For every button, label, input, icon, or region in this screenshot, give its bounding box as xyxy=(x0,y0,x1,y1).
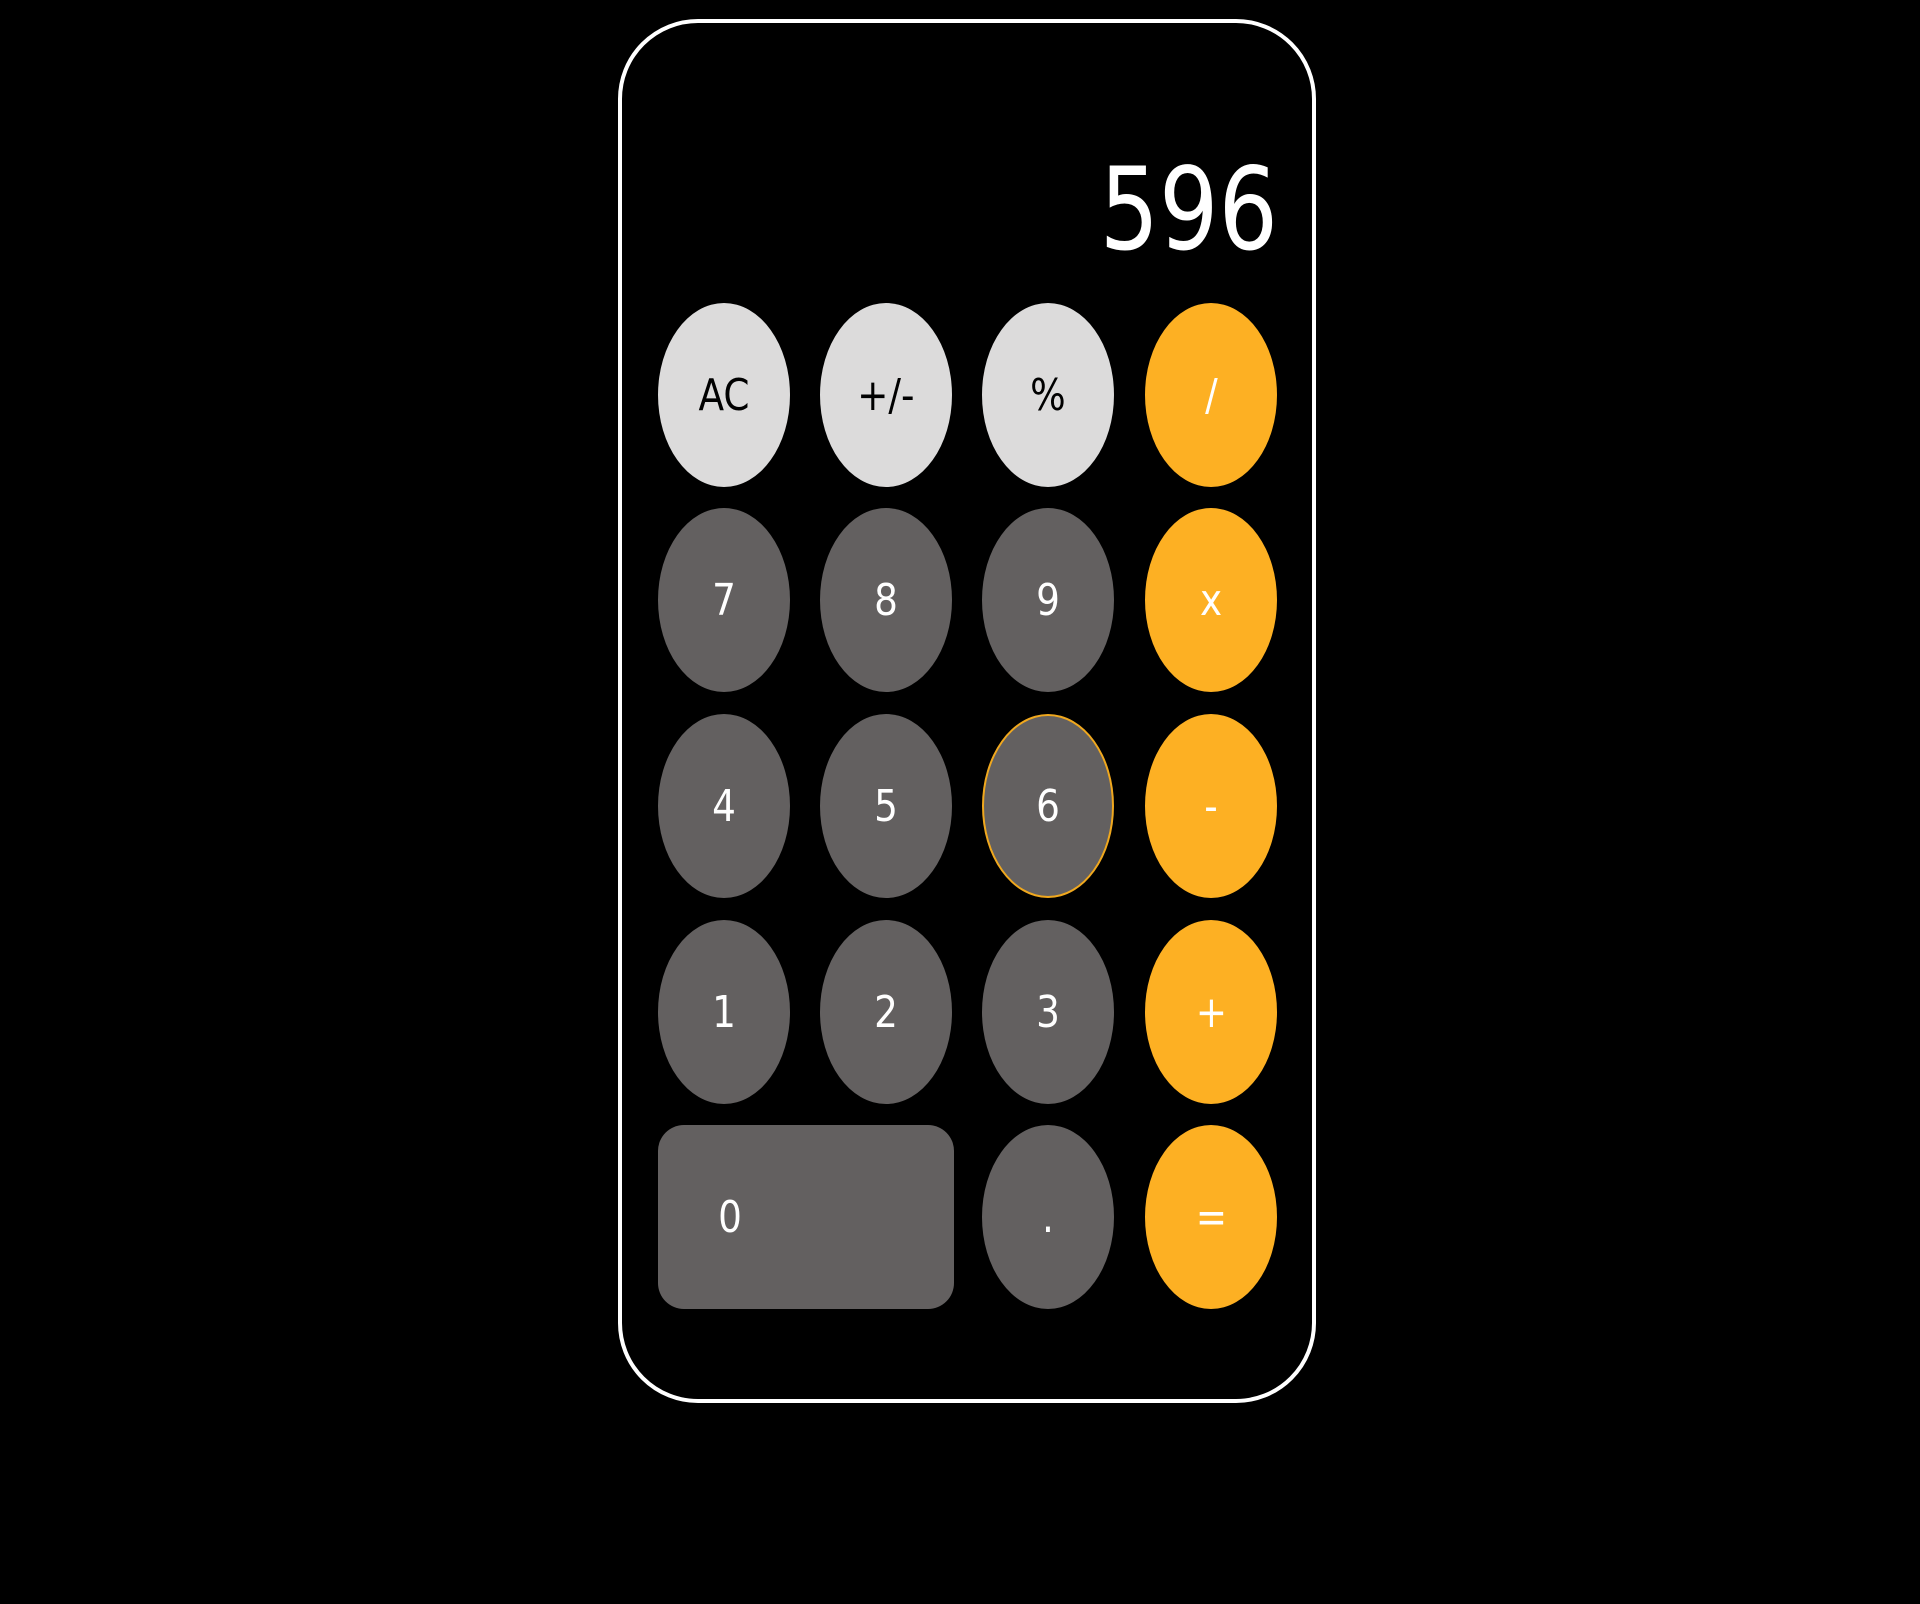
digit-0-label: 0 xyxy=(718,1191,742,1243)
digit-7-button[interactable]: 7 xyxy=(658,508,790,692)
digit-5-button[interactable]: 5 xyxy=(820,714,952,898)
multiply-button[interactable]: x xyxy=(1145,508,1277,692)
ac-button[interactable]: AC xyxy=(658,303,790,487)
digit-2-label: 2 xyxy=(874,986,898,1038)
digit-4-button[interactable]: 4 xyxy=(658,714,790,898)
add-button[interactable]: + xyxy=(1145,920,1277,1104)
digit-3-label: 3 xyxy=(1036,986,1060,1038)
digit-9-label: 9 xyxy=(1036,574,1060,626)
digit-6-button[interactable]: 6 xyxy=(982,714,1114,898)
equals-button-label: = xyxy=(1195,1191,1227,1243)
divide-button[interactable]: / xyxy=(1145,303,1277,487)
digit-8-button[interactable]: 8 xyxy=(820,508,952,692)
digit-6-label: 6 xyxy=(1036,780,1060,832)
plus-minus-button[interactable]: +/- xyxy=(820,303,952,487)
calculator-display: 596 xyxy=(1099,143,1278,276)
decimal-button[interactable]: . xyxy=(982,1125,1114,1309)
equals-button[interactable]: = xyxy=(1145,1125,1277,1309)
digit-3-button[interactable]: 3 xyxy=(982,920,1114,1104)
digit-4-label: 4 xyxy=(712,780,736,832)
digit-7-label: 7 xyxy=(712,574,736,626)
divide-button-label: / xyxy=(1204,369,1218,421)
digit-1-label: 1 xyxy=(712,986,736,1038)
digit-0-button[interactable]: 0 xyxy=(658,1125,954,1309)
digit-9-button[interactable]: 9 xyxy=(982,508,1114,692)
digit-5-label: 5 xyxy=(874,780,898,832)
decimal-button-label: . xyxy=(1042,1191,1054,1243)
percent-button-label: % xyxy=(1030,369,1066,421)
digit-2-button[interactable]: 2 xyxy=(820,920,952,1104)
subtract-button[interactable]: - xyxy=(1145,714,1277,898)
percent-button[interactable]: % xyxy=(982,303,1114,487)
plus-minus-button-label: +/- xyxy=(857,369,915,421)
multiply-button-label: x xyxy=(1199,574,1223,626)
digit-1-button[interactable]: 1 xyxy=(658,920,790,1104)
ac-button-label: AC xyxy=(698,369,750,421)
add-button-label: + xyxy=(1195,986,1227,1038)
subtract-button-label: - xyxy=(1204,780,1218,832)
digit-8-label: 8 xyxy=(874,574,898,626)
